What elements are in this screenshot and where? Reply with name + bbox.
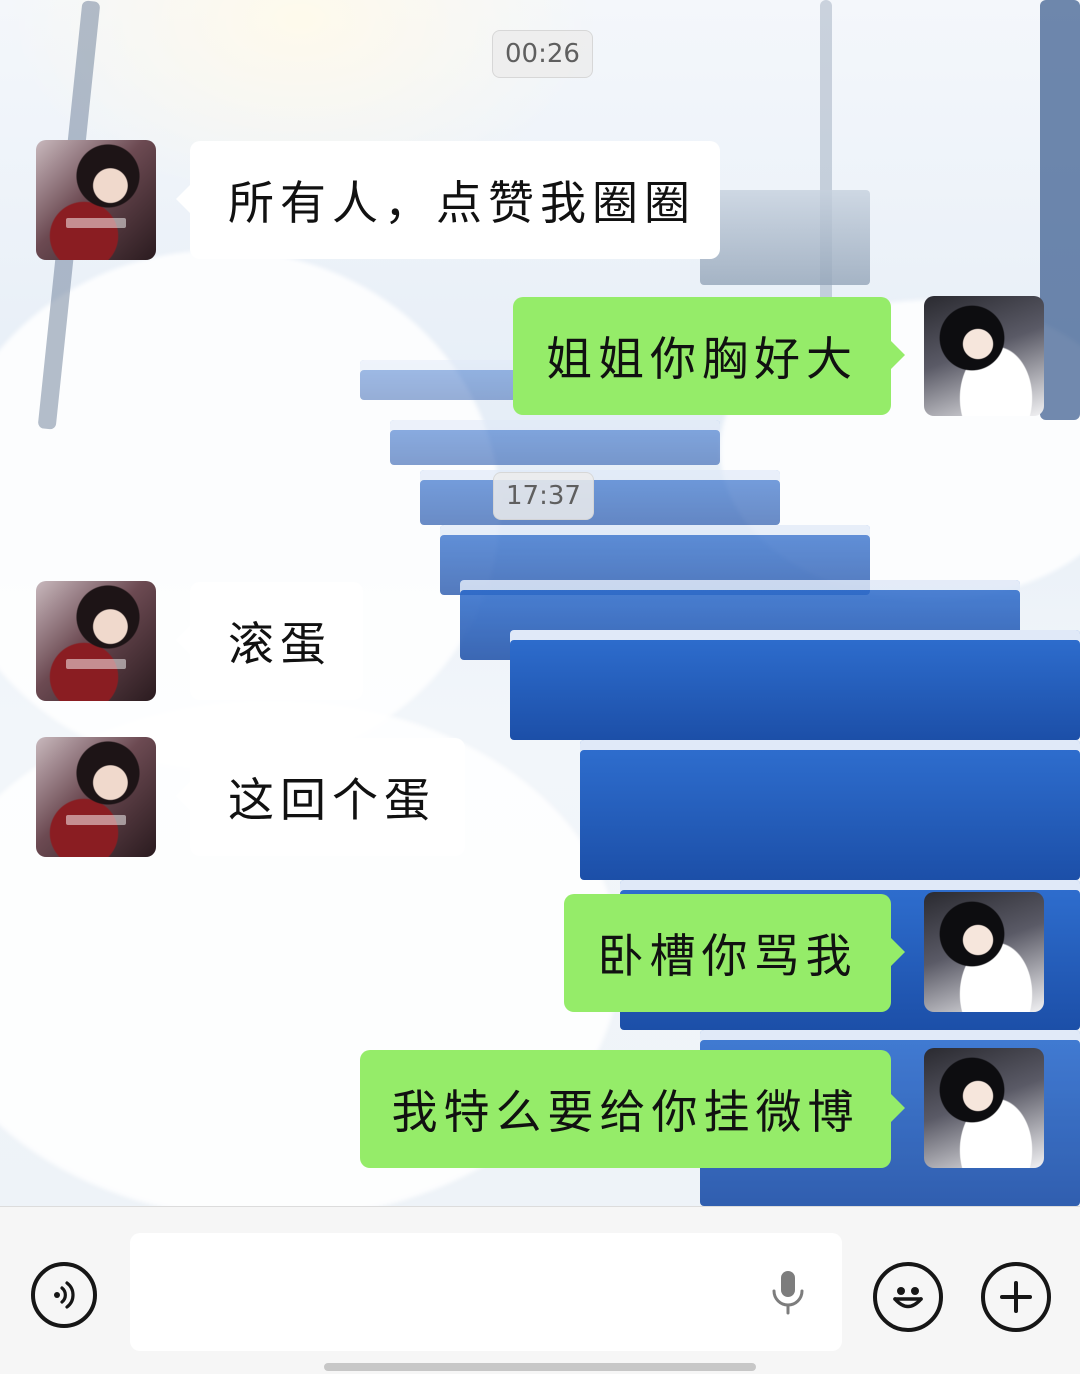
chat-screen: 00:26 17:37 所有人，点赞我圈圈 姐姐你胸好大 滚蛋 这回个蛋 卧槽你… xyxy=(0,0,1080,1374)
self-avatar[interactable] xyxy=(924,892,1044,1012)
more-options-button[interactable] xyxy=(981,1262,1051,1332)
voice-toggle-button[interactable] xyxy=(31,1262,97,1328)
incoming-message[interactable]: 滚蛋 xyxy=(176,582,363,700)
self-avatar[interactable] xyxy=(924,296,1044,416)
contact-avatar[interactable] xyxy=(36,140,156,260)
outgoing-message[interactable]: 我特么要给你挂微博 xyxy=(360,1050,905,1168)
microphone-icon[interactable] xyxy=(770,1269,806,1317)
home-indicator[interactable] xyxy=(324,1363,756,1371)
incoming-message[interactable]: 这回个蛋 xyxy=(176,738,465,856)
outgoing-message[interactable]: 姐姐你胸好大 xyxy=(513,297,905,415)
emoji-button[interactable] xyxy=(873,1262,943,1332)
message-input[interactable] xyxy=(130,1233,842,1351)
voice-toggle-icon xyxy=(54,1281,75,1309)
plus-icon xyxy=(1000,1281,1032,1313)
contact-avatar[interactable] xyxy=(36,737,156,857)
message-input-bar xyxy=(0,1206,1080,1374)
emoji-icon xyxy=(893,1287,923,1309)
contact-avatar[interactable] xyxy=(36,581,156,701)
timestamp: 00:26 xyxy=(492,30,593,78)
incoming-message[interactable]: 所有人，点赞我圈圈 xyxy=(176,141,720,259)
self-avatar[interactable] xyxy=(924,1048,1044,1168)
outgoing-message[interactable]: 卧槽你骂我 xyxy=(564,894,905,1012)
timestamp: 17:37 xyxy=(493,472,594,520)
